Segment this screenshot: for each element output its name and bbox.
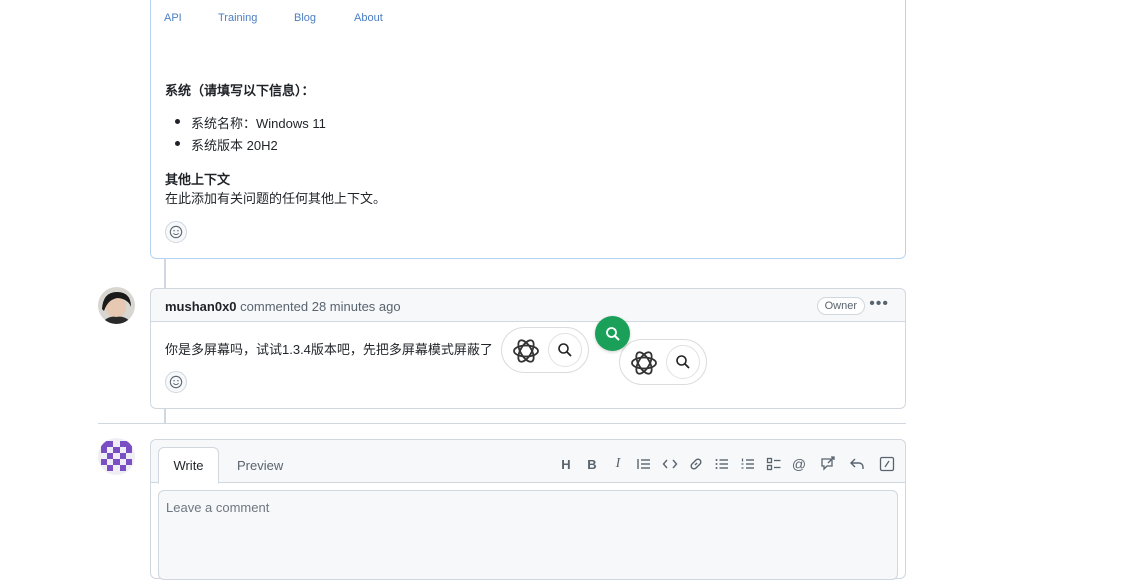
- more-options-icon[interactable]: •••: [869, 295, 889, 313]
- owner-badge: Owner: [816, 297, 865, 315]
- slash-commands-icon[interactable]: [879, 456, 895, 472]
- comment-author[interactable]: mushan0x0: [165, 299, 237, 314]
- smiley-icon: [169, 225, 183, 239]
- context-heading: 其他上下文: [165, 172, 231, 187]
- list-item: 系统版本 20H2: [175, 135, 326, 157]
- bold-icon[interactable]: B: [584, 456, 600, 472]
- reply-icon[interactable]: [849, 456, 865, 472]
- smiley-icon: [169, 375, 183, 389]
- footer-link-training[interactable]: Training: [218, 12, 257, 24]
- task-list-icon[interactable]: [766, 456, 782, 472]
- reference-icon[interactable]: [820, 456, 836, 472]
- system-heading: 系统（请填写以下信息）：: [165, 83, 315, 98]
- chatgpt-overlay-pill[interactable]: [501, 327, 589, 373]
- search-icon: [558, 343, 572, 357]
- comment-action: commented: [240, 299, 309, 314]
- quote-icon[interactable]: [636, 456, 652, 472]
- tab-preview[interactable]: Preview: [237, 458, 283, 473]
- search-button[interactable]: [666, 345, 700, 379]
- comment-body: 你是多屏幕吗，试试1.3.4版本吧，先把多屏幕模式屏蔽了: [165, 342, 493, 357]
- code-icon[interactable]: [662, 456, 678, 472]
- list-item: 系统名称：Windows 11: [175, 113, 326, 135]
- avatar[interactable]: [98, 287, 135, 324]
- timeline-line: [164, 259, 166, 288]
- ordered-list-icon[interactable]: [740, 456, 756, 472]
- italic-icon[interactable]: I: [610, 456, 626, 472]
- chatgpt-overlay-pill[interactable]: [619, 339, 707, 385]
- link-icon[interactable]: [688, 456, 704, 472]
- add-reaction-button[interactable]: [165, 371, 187, 393]
- green-search-button[interactable]: [595, 316, 630, 351]
- timeline-line: [164, 409, 166, 423]
- add-reaction-button[interactable]: [165, 221, 187, 243]
- mention-icon[interactable]: @: [791, 456, 807, 472]
- chatgpt-icon[interactable]: [628, 347, 660, 379]
- context-text: 在此添加有关问题的任何其他上下文。: [165, 191, 387, 206]
- unordered-list-icon[interactable]: [714, 456, 730, 472]
- footer-link-about[interactable]: About: [354, 12, 383, 24]
- comment-meta: mushan0x0 commented 28 minutes ago: [165, 299, 401, 314]
- heading-icon[interactable]: H: [558, 456, 574, 472]
- search-icon: [676, 355, 690, 369]
- avatar[interactable]: [98, 438, 135, 475]
- system-list: 系统名称：Windows 11 系统版本 20H2: [175, 113, 326, 157]
- comment-time[interactable]: 28 minutes ago: [312, 299, 401, 314]
- search-button[interactable]: [548, 333, 582, 367]
- comment-placeholder: Leave a comment: [166, 500, 270, 515]
- search-icon: [605, 326, 620, 341]
- comment-header: mushan0x0 commented 28 minutes ago Owner…: [151, 289, 905, 322]
- chatgpt-icon[interactable]: [510, 335, 542, 367]
- footer-link-blog[interactable]: Blog: [294, 12, 316, 24]
- footer-link-api[interactable]: API: [164, 12, 182, 24]
- tab-write[interactable]: Write: [158, 447, 219, 484]
- divider: [98, 423, 906, 424]
